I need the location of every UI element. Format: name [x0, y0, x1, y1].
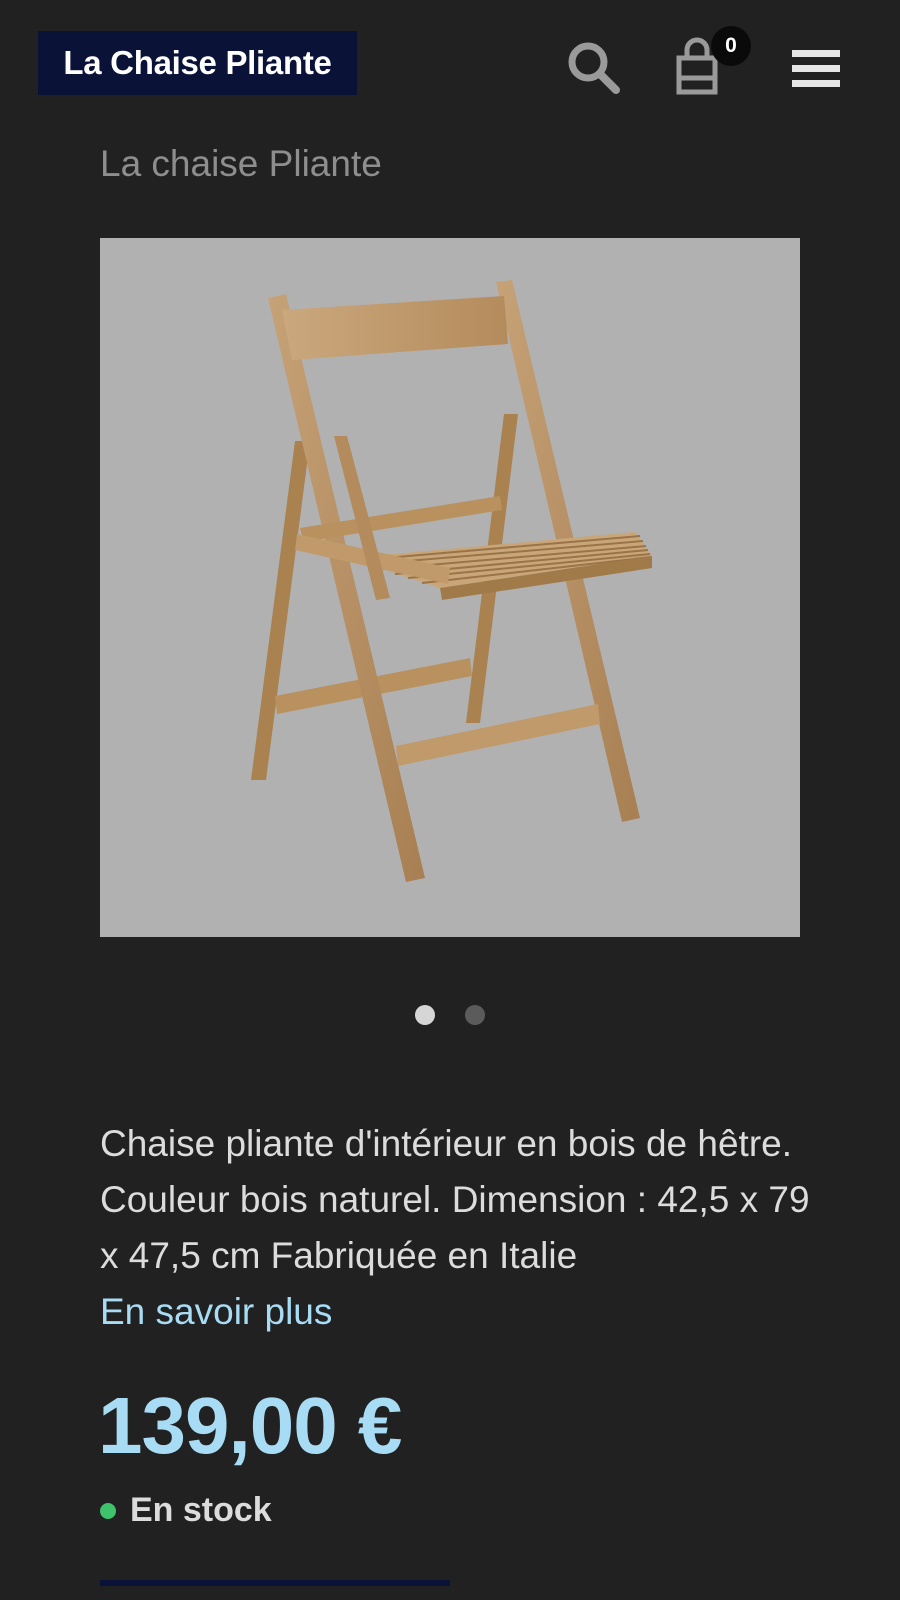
carousel-dots [0, 1005, 900, 1027]
product-title: La chaise Pliante [100, 143, 382, 184]
product-description: Chaise pliante d'intérieur en bois de hê… [100, 1123, 810, 1276]
folding-chair-image [251, 280, 652, 882]
stock-status-label: En stock [130, 1491, 272, 1529]
site-header: La Chaise Pliante 0 [0, 0, 900, 120]
hamburger-menu-icon [792, 50, 840, 87]
search-button[interactable] [566, 40, 622, 96]
product-price: 139,00 € [98, 1381, 402, 1470]
learn-more-link[interactable]: En savoir plus [100, 1284, 332, 1340]
site-logo[interactable]: La Chaise Pliante [38, 31, 357, 95]
search-icon [568, 42, 620, 94]
menu-button[interactable] [790, 48, 842, 90]
product-image[interactable] [100, 238, 800, 937]
stock-indicator-icon [100, 1503, 116, 1519]
bottom-divider [100, 1580, 450, 1586]
product-page: La Chaise Pliante 0 La chaise Pliante Ch… [0, 0, 900, 1600]
carousel-dot-2[interactable] [465, 1005, 485, 1025]
carousel-dot-1[interactable] [415, 1005, 435, 1025]
cart-count-badge: 0 [711, 26, 751, 66]
